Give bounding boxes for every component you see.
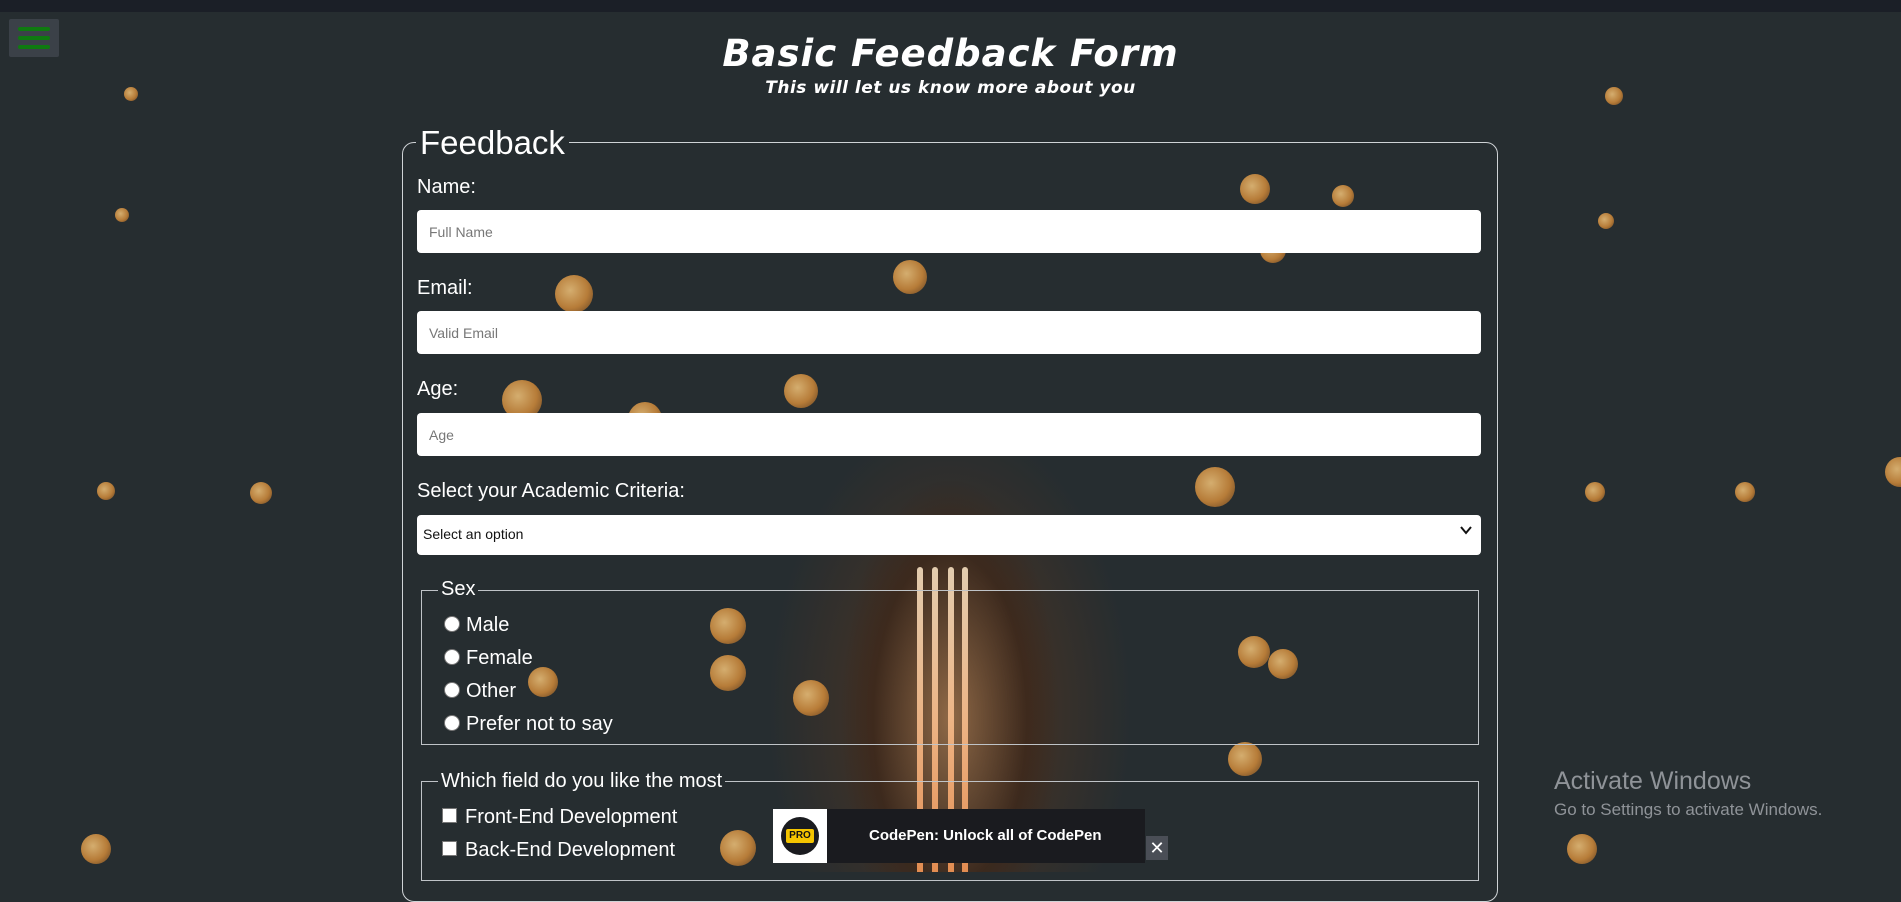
radio-label: Female — [466, 647, 533, 669]
close-icon[interactable]: ✕ — [1146, 836, 1168, 860]
bokeh-light — [1585, 482, 1605, 502]
bokeh-light — [1735, 482, 1755, 502]
radio-option-male[interactable]: Male — [444, 614, 509, 638]
bokeh-light — [1567, 834, 1597, 864]
bokeh-light — [1885, 457, 1901, 487]
age-input[interactable] — [417, 413, 1481, 456]
sex-legend: Sex — [438, 578, 479, 601]
field-legend: Which field do you like the most — [438, 770, 726, 793]
checkbox[interactable] — [442, 841, 457, 857]
checkbox[interactable] — [442, 808, 457, 824]
criteria-label: Select your Academic Criteria: — [417, 480, 685, 502]
bokeh-light — [81, 834, 111, 864]
bokeh-light — [97, 482, 115, 500]
bokeh-light — [1598, 213, 1614, 229]
checkbox-label: Front-End Development — [465, 806, 678, 828]
criteria-select-value: Select an option — [423, 526, 524, 542]
name-label: Name: — [417, 176, 476, 198]
name-input[interactable] — [417, 210, 1481, 253]
radio-button[interactable] — [444, 615, 460, 632]
checkbox-option-frontend[interactable]: Front-End Development — [442, 806, 677, 830]
activate-windows-subtitle: Go to Settings to activate Windows. — [1554, 800, 1823, 819]
email-label: Email: — [417, 277, 473, 299]
criteria-select[interactable]: Select an option — [417, 515, 1481, 555]
radio-label: Other — [466, 680, 517, 702]
radio-option-prefer-not-to-say[interactable]: Prefer not to say — [444, 713, 613, 737]
codepen-pro-logo: PRO — [773, 809, 827, 863]
email-input[interactable] — [417, 311, 1481, 354]
radio-button[interactable] — [444, 648, 460, 665]
browser-top-bar — [0, 0, 1901, 12]
radio-label: Prefer not to say — [466, 713, 613, 735]
age-label: Age: — [417, 378, 459, 400]
activate-windows-title: Activate Windows — [1554, 767, 1752, 795]
radio-label: Male — [466, 614, 510, 636]
page-subtitle: This will let us know more about you — [765, 78, 1136, 98]
chevron-down-icon — [1460, 526, 1472, 535]
pro-badge-icon: PRO — [781, 817, 819, 855]
radio-option-other[interactable]: Other — [444, 680, 516, 704]
page-title: Basic Feedback Form — [722, 32, 1179, 75]
radio-option-female[interactable]: Female — [444, 647, 533, 671]
codepen-promo-text[interactable]: CodePen: Unlock all of CodePen — [869, 827, 1102, 844]
radio-button[interactable] — [444, 714, 460, 731]
checkbox-label: Back-End Development — [465, 839, 676, 861]
radio-button[interactable] — [444, 681, 460, 698]
bokeh-light — [115, 208, 129, 222]
checkbox-option-backend[interactable]: Back-End Development — [442, 839, 675, 863]
hamburger-bar — [18, 27, 50, 31]
feedback-legend: Feedback — [416, 124, 569, 162]
bokeh-light — [250, 482, 272, 504]
pro-badge-text: PRO — [786, 829, 814, 843]
